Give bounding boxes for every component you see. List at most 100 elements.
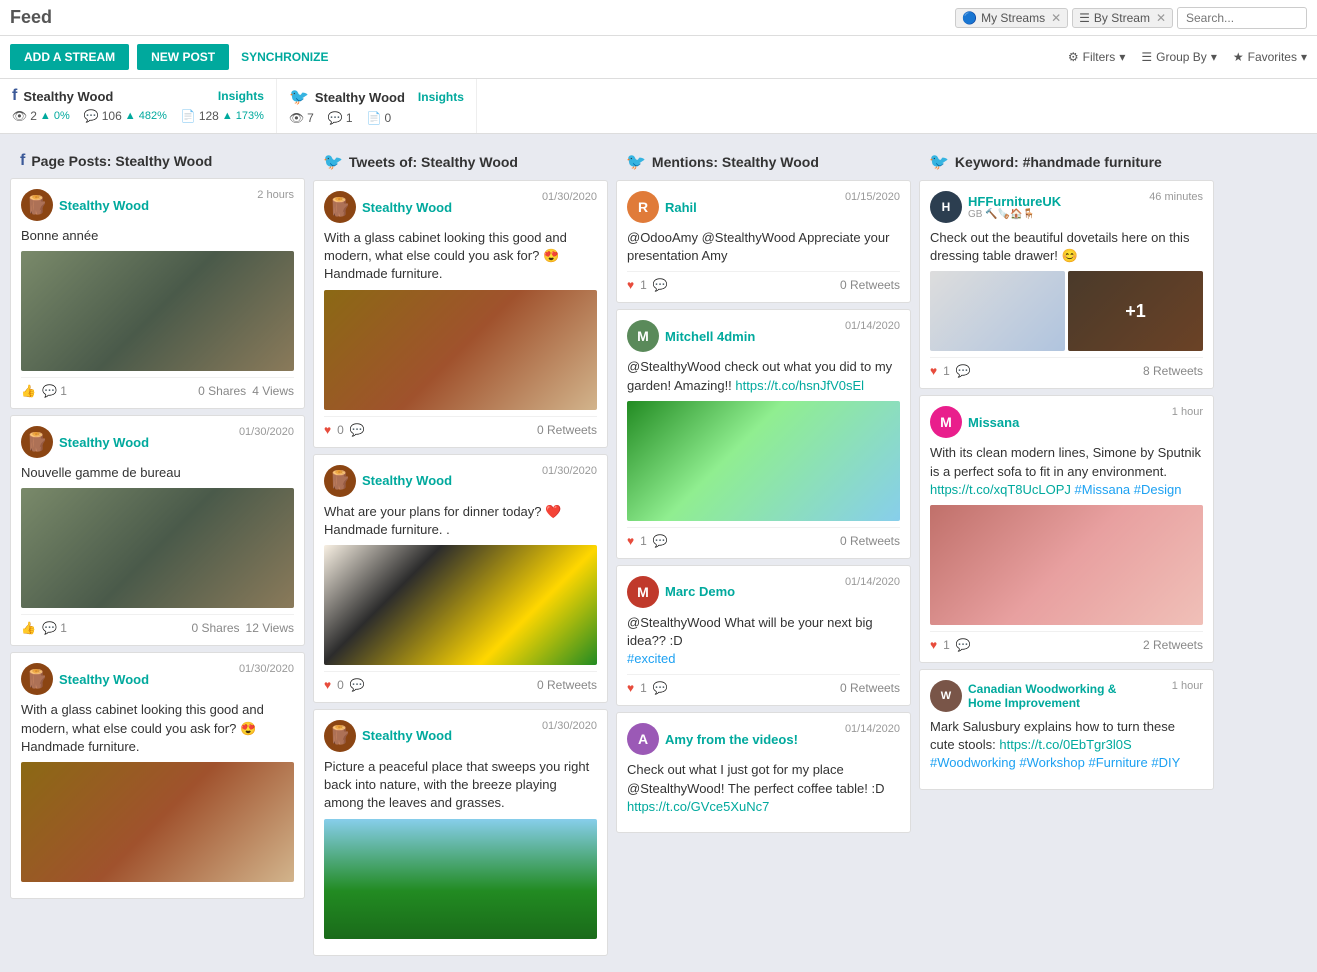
post-author: A Amy from the videos! <box>627 723 798 755</box>
post-link[interactable]: https://t.co/0EbTgr3l0S <box>999 737 1131 752</box>
post-text: Picture a peaceful place that sweeps you… <box>324 758 597 813</box>
post-header: M Marc Demo 01/14/2020 <box>627 576 900 608</box>
author-name[interactable]: Marc Demo <box>665 584 735 599</box>
post-header: 🪵 Stealthy Wood 01/30/2020 <box>21 426 294 458</box>
post-header: W Canadian Woodworking & Home Improvemen… <box>930 680 1203 712</box>
twitter-icon: 🐦 <box>289 87 309 107</box>
tw-stat-posts: 📄 0 <box>367 111 392 125</box>
post-date: 01/14/2020 <box>845 320 900 332</box>
search-input[interactable] <box>1177 7 1307 29</box>
post-footer: ♥ 0 💬 0 Retweets <box>324 671 597 692</box>
favorites-button[interactable]: ★ Favorites ▾ <box>1233 50 1307 64</box>
heart-icon[interactable]: ♥ <box>627 534 634 548</box>
stats-fb-name: Stealthy Wood <box>23 89 113 104</box>
post-author: H HFFurnitureUK GB 🔨🪚🏠🪑 <box>930 191 1061 223</box>
avatar: 🪵 <box>324 465 356 497</box>
hearts-count: 0 <box>337 678 344 692</box>
column-title-fb: Page Posts: Stealthy Wood <box>31 153 212 169</box>
group-by-button[interactable]: ☰ Group By ▾ <box>1141 50 1217 64</box>
column-title-tw-mentions: Mentions: Stealthy Wood <box>652 154 819 170</box>
heart-icon[interactable]: ♥ <box>627 681 634 695</box>
author-name[interactable]: Stealthy Wood <box>59 198 149 213</box>
retweet-count: 0 Retweets <box>840 278 900 292</box>
reply-icon[interactable]: 💬 <box>956 364 971 378</box>
close-by-stream-icon[interactable]: ✕ <box>1156 11 1166 25</box>
hearts-count: 1 <box>943 364 950 378</box>
author-name[interactable]: Stealthy Wood <box>59 672 149 687</box>
avatar: H <box>930 191 962 223</box>
author-name[interactable]: Rahil <box>665 200 697 215</box>
stats-tw-metrics: 👁 7 💬 1 📄 0 <box>289 111 464 125</box>
author-name[interactable]: Stealthy Wood <box>362 200 452 215</box>
reply-icon[interactable]: 💬 <box>350 678 365 692</box>
post-image <box>324 545 597 665</box>
post-icon: 📄 <box>181 109 196 123</box>
post-footer: ♥ 1 💬 8 Retweets <box>930 357 1203 378</box>
filters-button[interactable]: ⚙ Filters ▾ <box>1068 50 1125 64</box>
retweet-count: 0 Retweets <box>840 681 900 695</box>
comment-icon[interactable]: 💬 1 <box>42 621 67 635</box>
post-card: H HFFurnitureUK GB 🔨🪚🏠🪑 46 minutes Check… <box>919 180 1214 389</box>
views-count: 4 Views <box>252 384 294 398</box>
author-name[interactable]: Mitchell 4dmin <box>665 329 755 344</box>
close-my-streams-icon[interactable]: ✕ <box>1051 11 1061 25</box>
column-title-tw-keyword: Keyword: #handmade furniture <box>955 154 1162 170</box>
author-name[interactable]: Stealthy Wood <box>59 435 149 450</box>
stats-fb-metrics: 👁 2 ▲ 0% 💬 106 ▲ 482% 📄 128 ▲ 173% <box>12 109 264 123</box>
fb-insights-link[interactable]: Insights <box>218 89 264 103</box>
tw-insights-link[interactable]: Insights <box>418 90 464 104</box>
tw-stat-comments: 💬 1 <box>328 111 353 125</box>
reply-icon[interactable]: 💬 <box>653 681 668 695</box>
hearts-count: 1 <box>640 278 647 292</box>
reply-icon[interactable]: 💬 <box>653 534 668 548</box>
heart-icon[interactable]: ♥ <box>324 678 331 692</box>
filter-by-stream[interactable]: ☰ By Stream ✕ <box>1072 8 1173 28</box>
tw-eye-icon: 👁 <box>289 111 304 125</box>
post-link[interactable]: https://t.co/GVce5XuNc7 <box>627 799 769 814</box>
author-name[interactable]: Amy from the videos! <box>665 732 798 747</box>
author-name[interactable]: HFFurnitureUK <box>968 194 1061 209</box>
new-post-button[interactable]: NEW POST <box>137 44 229 70</box>
author-name[interactable]: Stealthy Wood <box>362 473 452 488</box>
post-image-1 <box>930 271 1065 351</box>
like-icon[interactable]: 👍 <box>21 621 36 635</box>
heart-icon[interactable]: ♥ <box>627 278 634 292</box>
post-author: M Marc Demo <box>627 576 735 608</box>
stat-posts-value: 128 <box>199 109 219 123</box>
post-link[interactable]: https://t.co/xqT8UcLOPJ <box>930 482 1071 497</box>
reply-icon[interactable]: 💬 <box>653 278 668 292</box>
heart-icon[interactable]: ♥ <box>930 638 937 652</box>
author-name[interactable]: Canadian Woodworking & Home Improvement <box>968 682 1128 710</box>
post-card: 🪵 Stealthy Wood 2 hours Bonne année 👍 💬 … <box>10 178 305 409</box>
post-image-pair: +1 <box>930 271 1203 351</box>
heart-icon[interactable]: ♥ <box>324 423 331 437</box>
post-footer: ♥ 1 💬 0 Retweets <box>627 527 900 548</box>
post-author: W Canadian Woodworking & Home Improvemen… <box>930 680 1128 712</box>
reply-icon[interactable]: 💬 <box>956 638 971 652</box>
filter-my-streams[interactable]: 🔵 My Streams ✕ <box>955 8 1068 28</box>
post-date: 1 hour <box>1172 406 1203 418</box>
column-header-tw-keyword: 🐦 Keyword: #handmade furniture <box>919 144 1214 180</box>
filter-funnel-icon: ⚙ <box>1068 50 1079 64</box>
author-name[interactable]: Missana <box>968 415 1019 430</box>
column-tw-mentions: 🐦 Mentions: Stealthy Wood R Rahil 01/15/… <box>616 144 911 962</box>
hearts-count: 0 <box>337 423 344 437</box>
like-icon[interactable]: 👍 <box>21 384 36 398</box>
comment-icon[interactable]: 💬 1 <box>42 384 67 398</box>
add-stream-button[interactable]: ADD A STREAM <box>10 44 129 70</box>
stat-comments-change: ▲ 482% <box>125 110 167 122</box>
avatar: 🪵 <box>21 189 53 221</box>
hearts-count: 1 <box>640 681 647 695</box>
post-link[interactable]: https://t.co/hsnJfV0sEl <box>735 378 864 393</box>
avatar: 🪵 <box>324 720 356 752</box>
facebook-icon: f <box>12 87 17 105</box>
tw-stat-views: 👁 7 <box>289 111 314 125</box>
synchronize-button[interactable]: SYNCHRONIZE <box>237 44 332 70</box>
column-tw-keyword: 🐦 Keyword: #handmade furniture H HFFurni… <box>919 144 1214 962</box>
author-name[interactable]: Stealthy Wood <box>362 728 452 743</box>
stats-twitter-header: 🐦 Stealthy Wood Insights <box>289 87 464 107</box>
reply-icon[interactable]: 💬 <box>350 423 365 437</box>
hearts-count: 1 <box>943 638 950 652</box>
heart-icon[interactable]: ♥ <box>930 364 937 378</box>
stat-posts: 📄 128 ▲ 173% <box>181 109 264 123</box>
